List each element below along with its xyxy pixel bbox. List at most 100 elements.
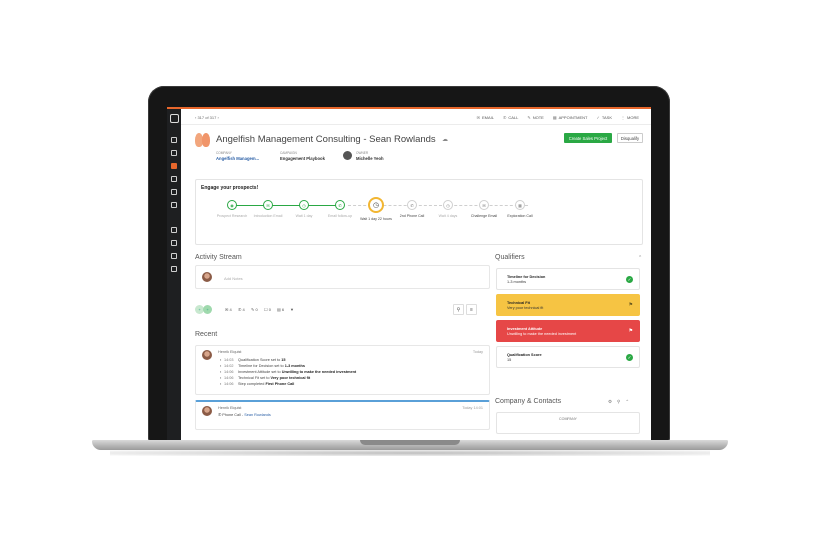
step-wait-1-day[interactable]: ◷ Wait 1 day [286,200,322,218]
task-icon: ✓ [596,115,600,120]
company-link[interactable]: Angelfish Managem... [216,156,259,161]
avatar [202,272,212,282]
filter-notes[interactable]: ✎ 0 [251,307,258,312]
leads-icon[interactable] [171,163,177,169]
feed-card: Henrik Elquist Today ▪ 14:03 Qualification… [195,345,490,395]
page-title: Angelfish Management Consulting - Sean R… [216,134,436,145]
company-card: COMPANY [496,412,640,434]
contact-link[interactable]: Sean Rowlands [244,413,271,417]
chevron-up-icon[interactable]: ⌃ [638,255,642,261]
notes-input-box[interactable]: Add Notes [195,265,490,289]
search-button[interactable]: ⚲ [453,304,464,315]
appointment-action[interactable]: ▦ APPOINTMENT [553,115,588,120]
check-icon: ✓ [626,276,633,283]
check-icon: ◉ [227,200,237,210]
more-action[interactable]: ⋮ MORE [621,115,639,120]
engage-panel: Engage your prospects! ◉ Prospect Resear… [195,179,643,245]
search-icon[interactable] [171,137,177,143]
warning-icon: ⚑ [628,328,633,334]
campaign-value: Engagement Playbook [280,156,325,161]
recent-title: Recent [195,331,218,338]
feed-line: ▪ 14:02 Timeline for Decision set to 1-3 m… [220,364,305,368]
phone-icon: ✆ [407,200,417,210]
mail-icon[interactable] [171,189,177,195]
call-action[interactable]: ✆ CALL [503,115,518,120]
activity-filters: + + ✉ 4 ✆ 4 ✎ 0 ☐ 0 ▤ 6 ▼ ⚲ ≡ [195,304,490,317]
feed-line: ✆ Phone Call - Sean Rowlands [218,413,271,417]
step-wait-current[interactable]: ◷ Wait 1 day 22 hours [358,197,394,221]
step-wait-4-days[interactable]: ◷ Wait 4 days [430,200,466,218]
add-contact-icon[interactable]: ⚲ [617,399,620,405]
step-prospect-research[interactable]: ◉ Prospect Research [214,200,250,218]
task-action[interactable]: ✓ TASK [596,115,612,120]
documents-icon[interactable] [171,266,177,272]
filter-documents[interactable]: ▤ 6 [277,307,284,312]
clock-icon: ◷ [299,200,309,210]
campaign-label: CAMPAIGN [280,151,297,155]
email-icon: ✉ [263,200,273,210]
settings-icon[interactable]: ⚙ [608,399,612,405]
email-icon: ✉ [479,200,489,210]
calendar-icon[interactable] [171,240,177,246]
filter-email[interactable]: ✉ 4 [225,307,232,312]
inbox-icon[interactable] [171,227,177,233]
app-logo-icon[interactable] [170,114,179,123]
email-action[interactable]: ✉ EMAIL [477,115,494,120]
dashboard-icon[interactable] [171,150,177,156]
filter-calls[interactable]: ✆ 4 [238,307,245,312]
add-notes-input[interactable]: Add Notes [224,276,243,281]
laptop-shadow [110,450,710,456]
step-exploration-call[interactable]: ▦ Exploration Call [502,200,538,218]
qualifier-timeline[interactable]: Timeline for Decision 1-3 months ✓ [496,268,640,290]
reports-icon[interactable] [171,202,177,208]
avatar [202,350,212,360]
feed-card: Henrik Elquist Today 14:01 ✆ Phone Call … [195,400,490,430]
step-introduction-email[interactable]: ✉ Introduction Email [250,200,286,218]
filter-avatar-2[interactable]: + [203,305,212,314]
step-2nd-phone-call[interactable]: ✆ 2nd Phone Call [394,200,430,218]
app-screen: ‹ 317 of 317 › ✉ EMAIL ✆ CALL ✎ NOTE ▦ APPOI… [167,107,651,440]
qualifiers-title: Qualifiers [495,254,525,261]
main-content: Angelfish Management Consulting - Sean R… [181,125,651,440]
more-icon: ⋮ [621,115,625,120]
company-label: COMPANY [216,151,232,155]
filter-icon[interactable]: ▼ [290,307,294,312]
feed-line: ▪ 14:03 Qualification Score set to 15 [220,358,286,362]
qualifier-score[interactable]: Qualification Score 15 ✓ [496,346,640,368]
owner-value[interactable]: Michelle Yeoh [356,156,384,161]
list-view-button[interactable]: ≡ [466,304,477,315]
clock-icon: ◷ [443,200,453,210]
company-logo-icon [195,133,211,147]
disqualify-button[interactable]: Disqualify [617,133,643,143]
engage-title: Engage your prospects! [201,185,259,191]
qualifier-investment-attitude[interactable]: Investment Attitude Unwilling to make th… [496,320,640,342]
step-challenge-email[interactable]: ✉ Challenge Email [466,200,502,218]
note-action[interactable]: ✎ NOTE [527,115,543,120]
create-sales-project-button[interactable]: Create Sales Project [564,133,612,143]
clock-icon: ◷ [368,197,384,213]
laptop-notch [360,440,460,445]
step-email-follow-up[interactable]: ✆ Email follow-up [322,200,358,218]
calendar-icon: ▦ [515,200,525,210]
pager[interactable]: ‹ 317 of 317 › [195,115,219,120]
phone-icon: ✆ [502,115,507,120]
sidebar [167,109,181,440]
owner-label: OWNER [356,151,369,155]
filter-tasks[interactable]: ☐ 0 [264,307,271,312]
note-icon: ✎ [527,115,531,120]
feed-line: ▪ 14:06 Investment Attitude set to Unwilli… [220,370,357,374]
owner-avatar [343,151,352,160]
contacts-icon[interactable] [171,176,177,182]
list-icon: ≡ [470,306,473,313]
tasks-icon[interactable] [171,253,177,259]
qualifier-technical-fit[interactable]: Technical Fit Very poor technical fit ⚑ [496,294,640,316]
chevron-right-icon[interactable]: › [216,115,218,120]
phone-icon: ✆ [335,200,345,210]
chevron-up-icon[interactable]: ⌃ [625,399,629,405]
top-bar: ‹ 317 of 317 › ✉ EMAIL ✆ CALL ✎ NOTE ▦ APPOI… [181,109,651,125]
follow-icon[interactable]: ☁ [442,136,448,143]
company-contacts-title: Company & Contacts [495,398,562,405]
email-icon: ✉ [476,115,480,120]
laptop-mockup: ‹ 317 of 317 › ✉ EMAIL ✆ CALL ✎ NOTE ▦ APPOI… [0,0,820,540]
feed-line: ▪ 14:06 Step completed First Phone Call [220,382,295,386]
